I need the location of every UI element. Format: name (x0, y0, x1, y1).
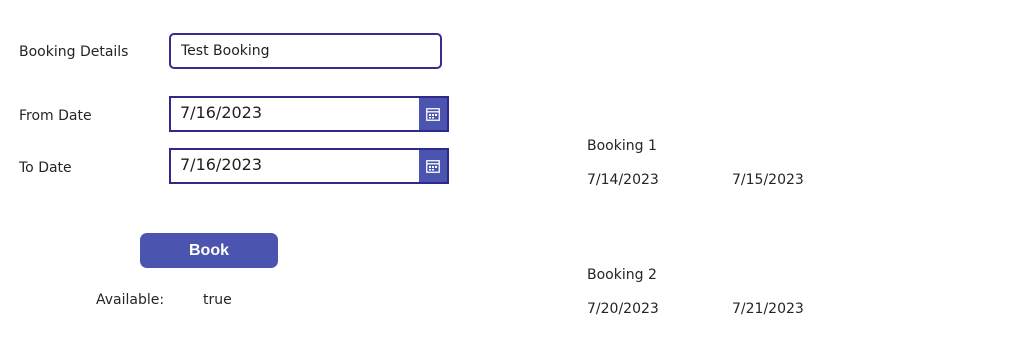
from-date-label: From Date (19, 108, 92, 124)
from-date-value[interactable]: 7/16/2023 (171, 98, 419, 130)
available-label: Available: (96, 292, 165, 308)
from-date-calendar-button[interactable] (419, 98, 447, 130)
booking-end-date: 7/21/2023 (732, 301, 804, 317)
to-date-value[interactable]: 7/16/2023 (171, 150, 419, 182)
booking-title: Booking 2 (587, 267, 657, 283)
book-button[interactable]: Book (140, 233, 278, 268)
booking-start-date: 7/14/2023 (587, 172, 659, 188)
booking-details-input[interactable] (169, 33, 442, 69)
to-date-picker[interactable]: 7/16/2023 (169, 148, 449, 184)
booking-details-label: Booking Details (19, 44, 129, 60)
calendar-icon (426, 107, 440, 121)
available-value: true (203, 292, 232, 308)
booking-title: Booking 1 (587, 138, 657, 154)
to-date-label: To Date (19, 160, 72, 176)
booking-end-date: 7/15/2023 (732, 172, 804, 188)
from-date-picker[interactable]: 7/16/2023 (169, 96, 449, 132)
to-date-calendar-button[interactable] (419, 150, 447, 182)
calendar-icon (426, 159, 440, 173)
booking-start-date: 7/20/2023 (587, 301, 659, 317)
